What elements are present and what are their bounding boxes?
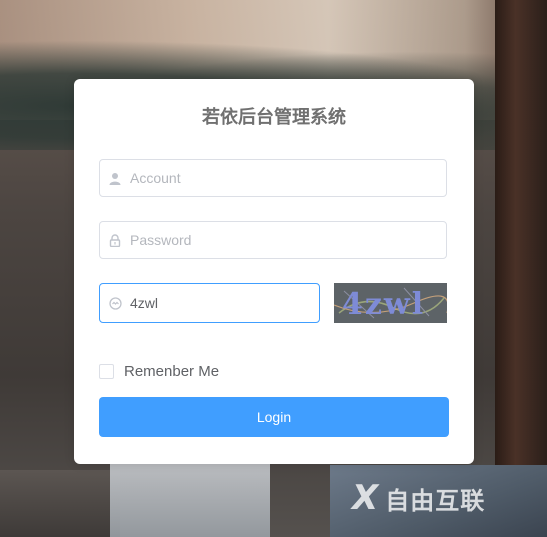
login-button[interactable]: Login xyxy=(99,397,449,437)
account-field[interactable] xyxy=(99,159,447,197)
remember-me[interactable]: Remenber Me xyxy=(99,363,219,380)
password-input[interactable] xyxy=(130,222,446,258)
password-field[interactable] xyxy=(99,221,447,259)
background-ground xyxy=(0,470,120,537)
account-input[interactable] xyxy=(130,160,446,196)
user-icon xyxy=(100,172,130,185)
remember-me-checkbox[interactable] xyxy=(99,364,114,379)
captcha-text: 4zwl xyxy=(342,287,426,322)
watermark-text: 自由互联 xyxy=(385,486,486,515)
captcha-icon xyxy=(100,296,130,310)
login-card: 若依后台管理系统 Account 4zwl 4zwl Remenber Me L… xyxy=(74,79,474,464)
background-window xyxy=(110,460,270,537)
code-field[interactable] xyxy=(99,283,320,323)
watermark-logo: X xyxy=(352,478,380,518)
remember-me-label: Remenber Me xyxy=(124,363,220,380)
code-input[interactable] xyxy=(130,284,319,322)
background-window-frame xyxy=(495,0,547,537)
page-title: 若依后台管理系统 xyxy=(202,107,346,128)
watermark: X 自由互联 xyxy=(352,478,485,518)
captcha-image[interactable]: 4zwl xyxy=(334,283,447,323)
lock-icon xyxy=(100,233,130,247)
